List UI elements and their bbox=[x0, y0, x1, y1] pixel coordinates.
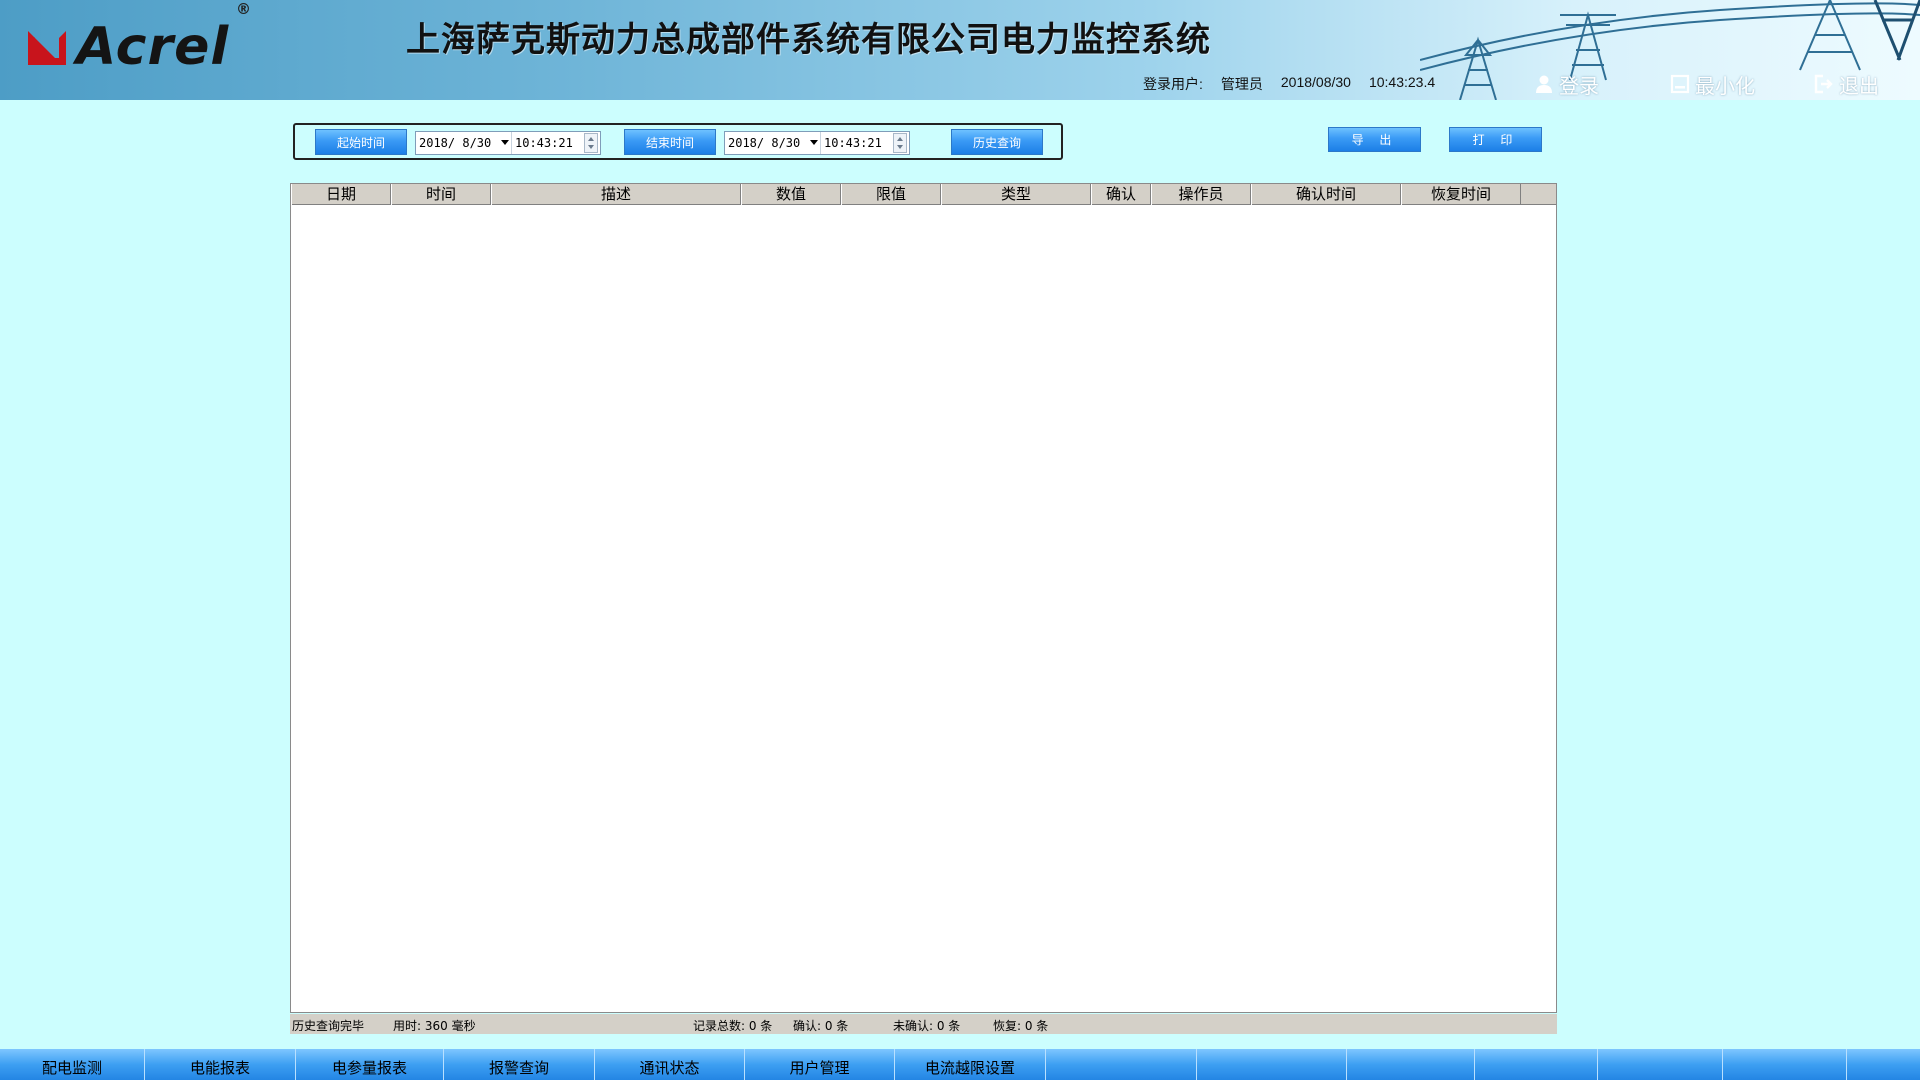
login-user: 管理员 bbox=[1220, 76, 1263, 92]
status-total: 记录总数: 0 条 bbox=[693, 1019, 773, 1033]
alarm-table: 日期 时间 描述 数值 限值 类型 确认 操作员 确认时间 恢复时间 bbox=[290, 183, 1557, 1013]
nav-item-empty-6[interactable] bbox=[1723, 1049, 1847, 1080]
start-time-value: 10:43:21 bbox=[515, 136, 573, 150]
table-header: 日期 时间 描述 数值 限值 类型 确认 操作员 确认时间 恢复时间 bbox=[291, 184, 1556, 205]
nav-item-empty-5[interactable] bbox=[1598, 1049, 1723, 1080]
bottom-nav: 配电监测 电能报表 电参量报表 报警查询 通讯状态 用户管理 电流越限设置 bbox=[0, 1049, 1920, 1080]
column-header-recover-time[interactable]: 恢复时间 bbox=[1401, 184, 1521, 205]
exit-button[interactable]: 退出 bbox=[1814, 72, 1879, 98]
column-header-description[interactable]: 描述 bbox=[491, 184, 741, 205]
column-header-type[interactable]: 类型 bbox=[941, 184, 1091, 205]
column-header-confirm[interactable]: 确认 bbox=[1091, 184, 1151, 205]
login-button[interactable]: 登录 bbox=[1534, 72, 1599, 98]
current-date: 2018/08/30 bbox=[1280, 74, 1351, 90]
nav-item-distribution-monitor[interactable]: 配电监测 bbox=[0, 1049, 145, 1080]
app-title: 上海萨克斯动力总成部件系统有限公司电力监控系统 bbox=[406, 20, 1211, 60]
export-button[interactable]: 导 出 bbox=[1328, 127, 1421, 152]
exit-icon bbox=[1814, 74, 1833, 94]
column-header-confirm-time[interactable]: 确认时间 bbox=[1251, 184, 1401, 205]
end-date-value: 2018/ 8/30 bbox=[728, 136, 801, 150]
nav-item-empty-7[interactable] bbox=[1847, 1049, 1920, 1080]
start-time-spinner[interactable] bbox=[584, 133, 598, 153]
column-header-date[interactable]: 日期 bbox=[291, 184, 391, 205]
status-elapsed: 用时: 360 毫秒 bbox=[393, 1019, 476, 1033]
header-banner: Acrel ® 上海萨克斯动力总成部件系统有限公司电力监控系统 登录用户: 管理… bbox=[0, 0, 1920, 100]
nav-item-current-limit-setting[interactable]: 电流越限设置 bbox=[895, 1049, 1046, 1080]
status-message: 历史查询完毕 bbox=[292, 1019, 365, 1033]
print-button[interactable]: 打 印 bbox=[1449, 127, 1542, 152]
acrel-logo: Acrel bbox=[26, 20, 229, 74]
user-icon bbox=[1536, 75, 1552, 93]
exit-label: 退出 bbox=[1839, 73, 1879, 98]
nav-item-empty-4[interactable] bbox=[1475, 1049, 1598, 1080]
login-label: 登录 bbox=[1559, 73, 1599, 98]
nav-item-empty-3[interactable] bbox=[1347, 1049, 1475, 1080]
status-unconfirmed: 未确认: 0 条 bbox=[893, 1019, 961, 1033]
column-header-time[interactable]: 时间 bbox=[391, 184, 491, 205]
nav-item-comm-status[interactable]: 通讯状态 bbox=[595, 1049, 745, 1080]
status-bar: 历史查询完毕 用时: 360 毫秒 记录总数: 0 条 确认: 0 条 未确认:… bbox=[290, 1014, 1557, 1034]
logo-text: Acrel bbox=[76, 17, 230, 77]
minimize-icon bbox=[1670, 74, 1690, 94]
nav-item-energy-report[interactable]: 电能报表 bbox=[145, 1049, 296, 1080]
column-header-value[interactable]: 数值 bbox=[741, 184, 841, 205]
nav-item-empty-1[interactable] bbox=[1046, 1049, 1197, 1080]
nav-item-empty-2[interactable] bbox=[1197, 1049, 1347, 1080]
query-bar: 起始时间 2018/ 8/30 10:43:21 结束时间 2018/ 8/30… bbox=[293, 123, 1063, 160]
start-time-button[interactable]: 起始时间 bbox=[315, 129, 407, 155]
chevron-down-icon[interactable] bbox=[810, 140, 818, 145]
chevron-down-icon[interactable] bbox=[501, 140, 509, 145]
table-body bbox=[291, 206, 1556, 1012]
history-query-button[interactable]: 历史查询 bbox=[951, 129, 1043, 155]
column-header-limit[interactable]: 限值 bbox=[841, 184, 941, 205]
nav-item-parameter-report[interactable]: 电参量报表 bbox=[296, 1049, 444, 1080]
login-user-label: 登录用户: bbox=[1143, 76, 1203, 92]
end-time-spinner[interactable] bbox=[893, 133, 907, 153]
status-confirmed: 确认: 0 条 bbox=[793, 1019, 849, 1033]
end-time-button[interactable]: 结束时间 bbox=[624, 129, 716, 155]
start-date-value: 2018/ 8/30 bbox=[419, 136, 492, 150]
nav-item-alarm-query[interactable]: 报警查询 bbox=[444, 1049, 595, 1080]
nav-item-user-management[interactable]: 用户管理 bbox=[745, 1049, 895, 1080]
start-datetime-picker[interactable]: 2018/ 8/30 10:43:21 bbox=[415, 131, 601, 155]
registered-mark: ® bbox=[236, 0, 251, 18]
minimize-label: 最小化 bbox=[1695, 73, 1755, 98]
end-datetime-picker[interactable]: 2018/ 8/30 10:43:21 bbox=[724, 131, 910, 155]
login-info: 登录用户: 管理员 2018/08/30 10:43:23.4 bbox=[1143, 74, 1453, 94]
column-header-operator[interactable]: 操作员 bbox=[1151, 184, 1251, 205]
logo-mark-icon bbox=[26, 25, 70, 69]
status-recovered: 恢复: 0 条 bbox=[993, 1019, 1049, 1033]
minimize-button[interactable]: 最小化 bbox=[1670, 72, 1755, 98]
current-time: 10:43:23.4 bbox=[1368, 74, 1436, 90]
end-time-value: 10:43:21 bbox=[824, 136, 882, 150]
